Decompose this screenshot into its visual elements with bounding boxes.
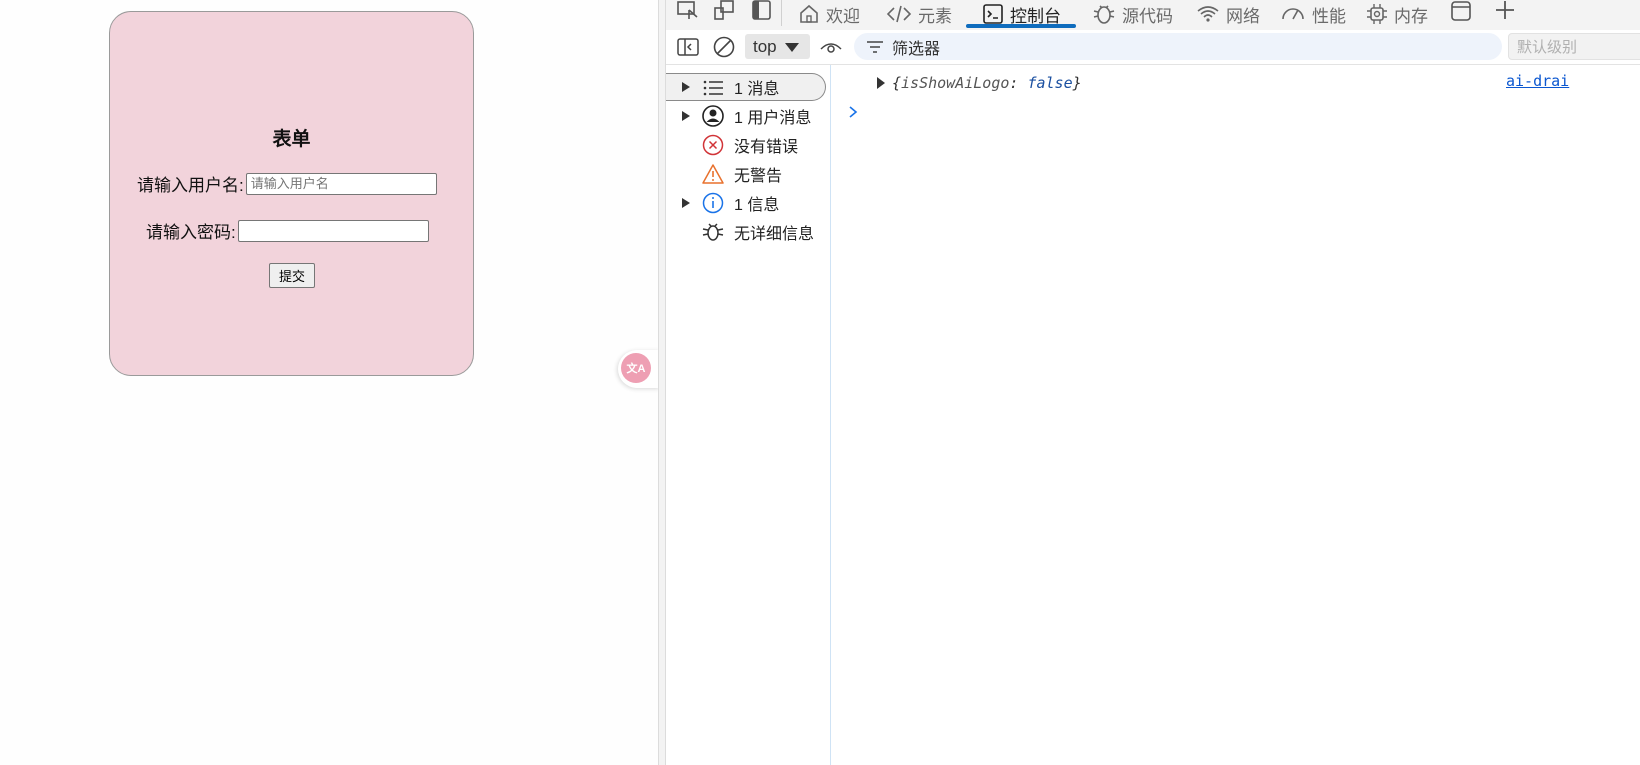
filter-icon bbox=[867, 40, 883, 53]
sidebar-item-verbose[interactable]: 无详细信息 bbox=[666, 218, 826, 246]
home-icon bbox=[800, 4, 818, 23]
expand-triangle-icon[interactable] bbox=[682, 82, 690, 92]
expand-triangle-icon[interactable] bbox=[876, 77, 886, 89]
log-sep: : bbox=[1009, 74, 1019, 92]
list-icon bbox=[703, 80, 723, 96]
tab-label: 元素 bbox=[918, 6, 952, 26]
tab-performance[interactable]: 性能 bbox=[1280, 0, 1346, 28]
expand-triangle-icon[interactable] bbox=[682, 111, 690, 121]
translate-icon: 文A bbox=[621, 353, 651, 383]
tab-label: 源代码 bbox=[1122, 6, 1173, 26]
context-value: top bbox=[753, 36, 777, 56]
code-icon bbox=[886, 5, 912, 23]
username-input[interactable] bbox=[245, 172, 437, 195]
expand-triangle-icon[interactable] bbox=[682, 198, 690, 208]
sidebar-item-warnings[interactable]: 无警告 bbox=[666, 160, 826, 188]
console-sidebar: 1 消息 1 用户消息 没有错误 无警告 1 信息 无详细信息 bbox=[666, 65, 831, 765]
tab-welcome[interactable]: 欢迎 bbox=[798, 0, 860, 28]
log-levels-label: 默认级别 bbox=[1517, 39, 1578, 56]
devtools-panel: 欢迎 元素 控制台 源代码 网络 性能 内存 top 筛选器 默认级别 1 消息… bbox=[666, 0, 1640, 765]
sidebar-item-info[interactable]: 1 信息 bbox=[666, 189, 826, 217]
sidebar-item-label: 无警告 bbox=[734, 168, 783, 185]
panel-splitter[interactable] bbox=[658, 0, 666, 765]
user-icon bbox=[702, 105, 724, 127]
sidebar-item-errors[interactable]: 没有错误 bbox=[666, 131, 826, 159]
sidebar-item-label: 没有错误 bbox=[734, 139, 799, 156]
sidebar-toggle-icon[interactable] bbox=[677, 37, 699, 57]
console-icon bbox=[983, 4, 1003, 24]
info-icon bbox=[702, 192, 724, 214]
tab-label: 内存 bbox=[1394, 6, 1428, 26]
password-row: 请输入密码: bbox=[146, 218, 429, 243]
sidebar-item-label: 1 消息 bbox=[734, 81, 780, 98]
log-source-link[interactable]: ai-drai bbox=[1506, 72, 1569, 90]
chip-icon bbox=[1367, 4, 1387, 24]
sidebar-item-messages[interactable]: 1 消息 bbox=[666, 73, 826, 101]
log-brace: } bbox=[1072, 74, 1082, 92]
dock-icon[interactable] bbox=[750, 0, 774, 20]
submit-button[interactable]: 提交 bbox=[269, 263, 315, 288]
devtools-tabbar: 欢迎 元素 控制台 源代码 网络 性能 内存 bbox=[666, 0, 1640, 31]
console-output: {isShowAiLogo: false} ai-drai bbox=[832, 65, 1640, 765]
form-card: 表单 请输入用户名: 请输入密码: 提交 bbox=[109, 11, 474, 376]
tab-label: 控制台 bbox=[1010, 6, 1061, 26]
tabbar-divider bbox=[781, 0, 782, 26]
error-icon bbox=[702, 134, 724, 156]
add-tab-icon[interactable] bbox=[1494, 0, 1516, 22]
filter-placeholder: 筛选器 bbox=[892, 40, 941, 58]
log-key: isShowAiLogo bbox=[901, 74, 1010, 92]
sidebar-item-label: 无详细信息 bbox=[734, 226, 815, 243]
translate-widget[interactable]: 文A bbox=[618, 350, 660, 388]
console-toolbar: top 筛选器 默认级别 bbox=[666, 30, 1640, 65]
live-expression-eye-icon[interactable] bbox=[819, 37, 843, 57]
sidebar-item-user-messages[interactable]: 1 用户消息 bbox=[666, 102, 826, 130]
tab-label: 性能 bbox=[1312, 6, 1346, 26]
tab-sources[interactable]: 源代码 bbox=[1092, 0, 1173, 28]
bug-icon bbox=[702, 223, 724, 241]
warning-icon bbox=[702, 164, 724, 184]
context-selector[interactable]: top bbox=[745, 34, 810, 59]
log-levels-dropdown[interactable]: 默认级别 bbox=[1508, 33, 1640, 60]
username-label: 请输入用户名: bbox=[137, 176, 244, 195]
web-page: 表单 请输入用户名: 请输入密码: 提交 文A bbox=[0, 0, 660, 765]
form-title: 表单 bbox=[272, 129, 311, 150]
device-emulation-icon[interactable] bbox=[712, 0, 736, 20]
clear-console-icon[interactable] bbox=[712, 35, 736, 59]
log-value: false bbox=[1027, 74, 1073, 92]
filter-input[interactable]: 筛选器 bbox=[854, 33, 1502, 60]
bug-icon bbox=[1093, 5, 1115, 24]
tab-network[interactable]: 网络 bbox=[1196, 0, 1260, 28]
password-label: 请输入密码: bbox=[146, 223, 236, 242]
log-entry[interactable]: {isShowAiLogo: false} bbox=[876, 74, 1082, 92]
log-brace: { bbox=[892, 74, 902, 92]
tab-memory[interactable]: 内存 bbox=[1366, 0, 1428, 28]
tab-label: 网络 bbox=[1226, 6, 1260, 26]
sidebar-item-label: 1 信息 bbox=[734, 197, 780, 214]
password-input[interactable] bbox=[237, 219, 429, 242]
gauge-icon bbox=[1282, 8, 1304, 20]
console-prompt-icon[interactable] bbox=[848, 105, 858, 119]
panel-icon[interactable] bbox=[1450, 0, 1472, 22]
tab-elements[interactable]: 元素 bbox=[886, 0, 952, 28]
username-row: 请输入用户名: bbox=[137, 171, 437, 196]
inspect-icon[interactable] bbox=[676, 0, 700, 20]
tab-label: 欢迎 bbox=[826, 6, 860, 26]
dropdown-arrow-icon bbox=[784, 42, 799, 52]
active-tab-indicator bbox=[966, 24, 1076, 28]
sidebar-item-label: 1 用户消息 bbox=[734, 110, 812, 127]
wifi-icon bbox=[1197, 6, 1219, 22]
